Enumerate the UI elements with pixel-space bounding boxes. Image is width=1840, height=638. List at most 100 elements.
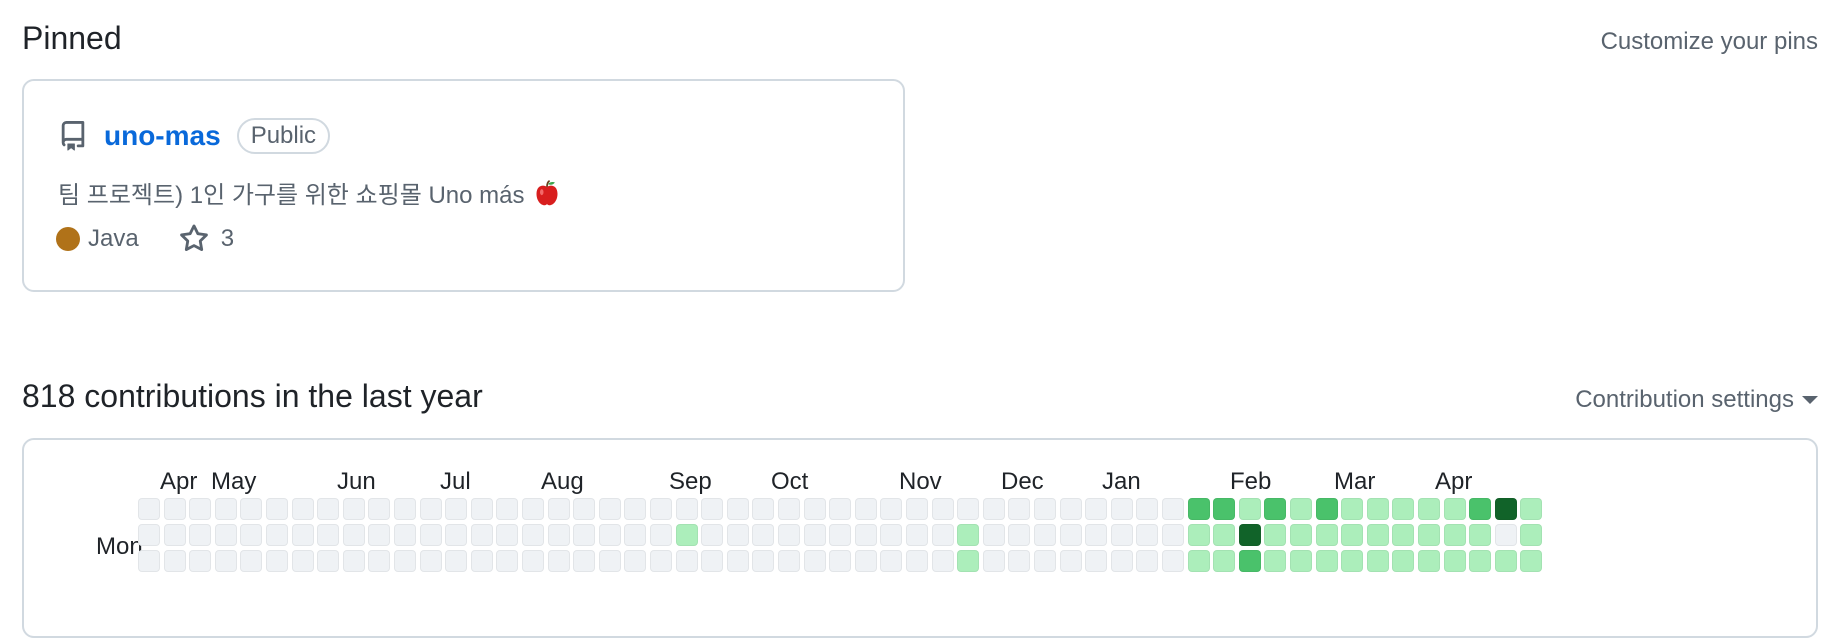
contribution-day[interactable] (675, 524, 698, 546)
contribution-day[interactable] (1443, 550, 1466, 572)
contribution-day[interactable] (906, 524, 928, 546)
contribution-day[interactable] (266, 550, 288, 572)
contribution-day[interactable] (394, 524, 416, 546)
contribution-day[interactable] (547, 498, 570, 520)
contribution-day[interactable] (1136, 498, 1159, 520)
contribution-day[interactable] (1085, 498, 1108, 520)
contribution-day[interactable] (214, 524, 237, 546)
contribution-day[interactable] (650, 498, 672, 520)
contribution-day[interactable] (1494, 498, 1517, 520)
contribution-day[interactable] (1162, 524, 1184, 546)
contribution-day[interactable] (214, 498, 237, 520)
contribution-day[interactable] (1418, 524, 1440, 546)
customize-pins-link[interactable]: Customize your pins (1601, 28, 1818, 56)
contribution-day[interactable] (138, 524, 160, 546)
contribution-day[interactable] (1341, 498, 1364, 520)
contribution-day[interactable] (726, 524, 749, 546)
contribution-day[interactable] (266, 498, 288, 520)
contribution-day[interactable] (1136, 524, 1159, 546)
contribution-day[interactable] (931, 524, 954, 546)
contribution-day[interactable] (266, 524, 288, 546)
contribution-day[interactable] (829, 550, 852, 572)
contribution-day[interactable] (982, 498, 1005, 520)
contribution-day[interactable] (1034, 498, 1056, 520)
contribution-day[interactable] (1110, 498, 1133, 520)
contribution-day[interactable] (342, 550, 365, 572)
contribution-day[interactable] (445, 524, 468, 546)
contribution-day[interactable] (1494, 524, 1517, 546)
contribution-day[interactable] (1008, 550, 1031, 572)
contribution-day[interactable] (470, 524, 493, 546)
contribution-day[interactable] (1520, 550, 1543, 572)
contribution-day[interactable] (214, 550, 237, 572)
contribution-day[interactable] (419, 550, 442, 572)
contribution-day[interactable] (342, 498, 365, 520)
contribution-day[interactable] (1443, 498, 1466, 520)
contribution-day[interactable] (931, 550, 954, 572)
contribution-day[interactable] (240, 550, 263, 572)
contribution-day[interactable] (957, 498, 980, 520)
contribution-day[interactable] (752, 524, 775, 546)
contribution-day[interactable] (419, 524, 442, 546)
contribution-day[interactable] (291, 498, 314, 520)
contribution-day[interactable] (496, 550, 519, 572)
contribution-day[interactable] (1418, 550, 1440, 572)
contribution-day[interactable] (1341, 524, 1364, 546)
contribution-day[interactable] (1366, 550, 1389, 572)
contribution-day[interactable] (1469, 498, 1492, 520)
contribution-day[interactable] (368, 550, 391, 572)
contribution-day[interactable] (1392, 550, 1415, 572)
contribution-day[interactable] (726, 550, 749, 572)
contribution-day[interactable] (342, 524, 365, 546)
contribution-day[interactable] (394, 550, 416, 572)
contribution-day[interactable] (573, 550, 596, 572)
contribution-day[interactable] (1059, 498, 1082, 520)
contribution-day[interactable] (624, 498, 647, 520)
contribution-day[interactable] (138, 550, 160, 572)
contribution-day[interactable] (163, 550, 186, 572)
contribution-day[interactable] (1290, 498, 1312, 520)
contribution-day[interactable] (675, 498, 698, 520)
contribution-day[interactable] (317, 498, 340, 520)
contribution-day[interactable] (445, 550, 468, 572)
contribution-day[interactable] (624, 550, 647, 572)
contribution-day[interactable] (291, 524, 314, 546)
stargazers-link[interactable]: 3 (179, 224, 234, 254)
contribution-day[interactable] (240, 498, 263, 520)
contribution-day[interactable] (1392, 498, 1415, 520)
contribution-day[interactable] (675, 550, 698, 572)
contribution-day[interactable] (1290, 524, 1312, 546)
contribution-day[interactable] (1238, 524, 1261, 546)
contribution-day[interactable] (1315, 524, 1338, 546)
contribution-day[interactable] (1366, 498, 1389, 520)
contribution-day[interactable] (1213, 524, 1236, 546)
contribution-day[interactable] (573, 498, 596, 520)
contribution-day[interactable] (496, 498, 519, 520)
contribution-day[interactable] (598, 498, 621, 520)
contribution-day[interactable] (957, 550, 980, 572)
contribution-day[interactable] (982, 524, 1005, 546)
contribution-day[interactable] (240, 524, 263, 546)
contribution-day[interactable] (573, 524, 596, 546)
contribution-day[interactable] (752, 498, 775, 520)
contribution-day[interactable] (1469, 550, 1492, 572)
contribution-day[interactable] (394, 498, 416, 520)
contribution-day[interactable] (163, 498, 186, 520)
contribution-day[interactable] (1264, 524, 1287, 546)
contribution-day[interactable] (829, 498, 852, 520)
contribution-day[interactable] (522, 498, 544, 520)
contribution-day[interactable] (726, 498, 749, 520)
contribution-day[interactable] (778, 550, 800, 572)
contribution-day[interactable] (522, 550, 544, 572)
contribution-day[interactable] (803, 524, 826, 546)
contribution-day[interactable] (317, 550, 340, 572)
repo-name-link[interactable]: uno-mas (104, 120, 221, 152)
contribution-day[interactable] (1059, 524, 1082, 546)
contribution-day[interactable] (1264, 550, 1287, 572)
contribution-day[interactable] (778, 524, 800, 546)
contribution-day[interactable] (854, 524, 877, 546)
contribution-day[interactable] (1034, 524, 1056, 546)
contribution-day[interactable] (1315, 498, 1338, 520)
contribution-day[interactable] (1162, 550, 1184, 572)
contribution-day[interactable] (598, 550, 621, 572)
